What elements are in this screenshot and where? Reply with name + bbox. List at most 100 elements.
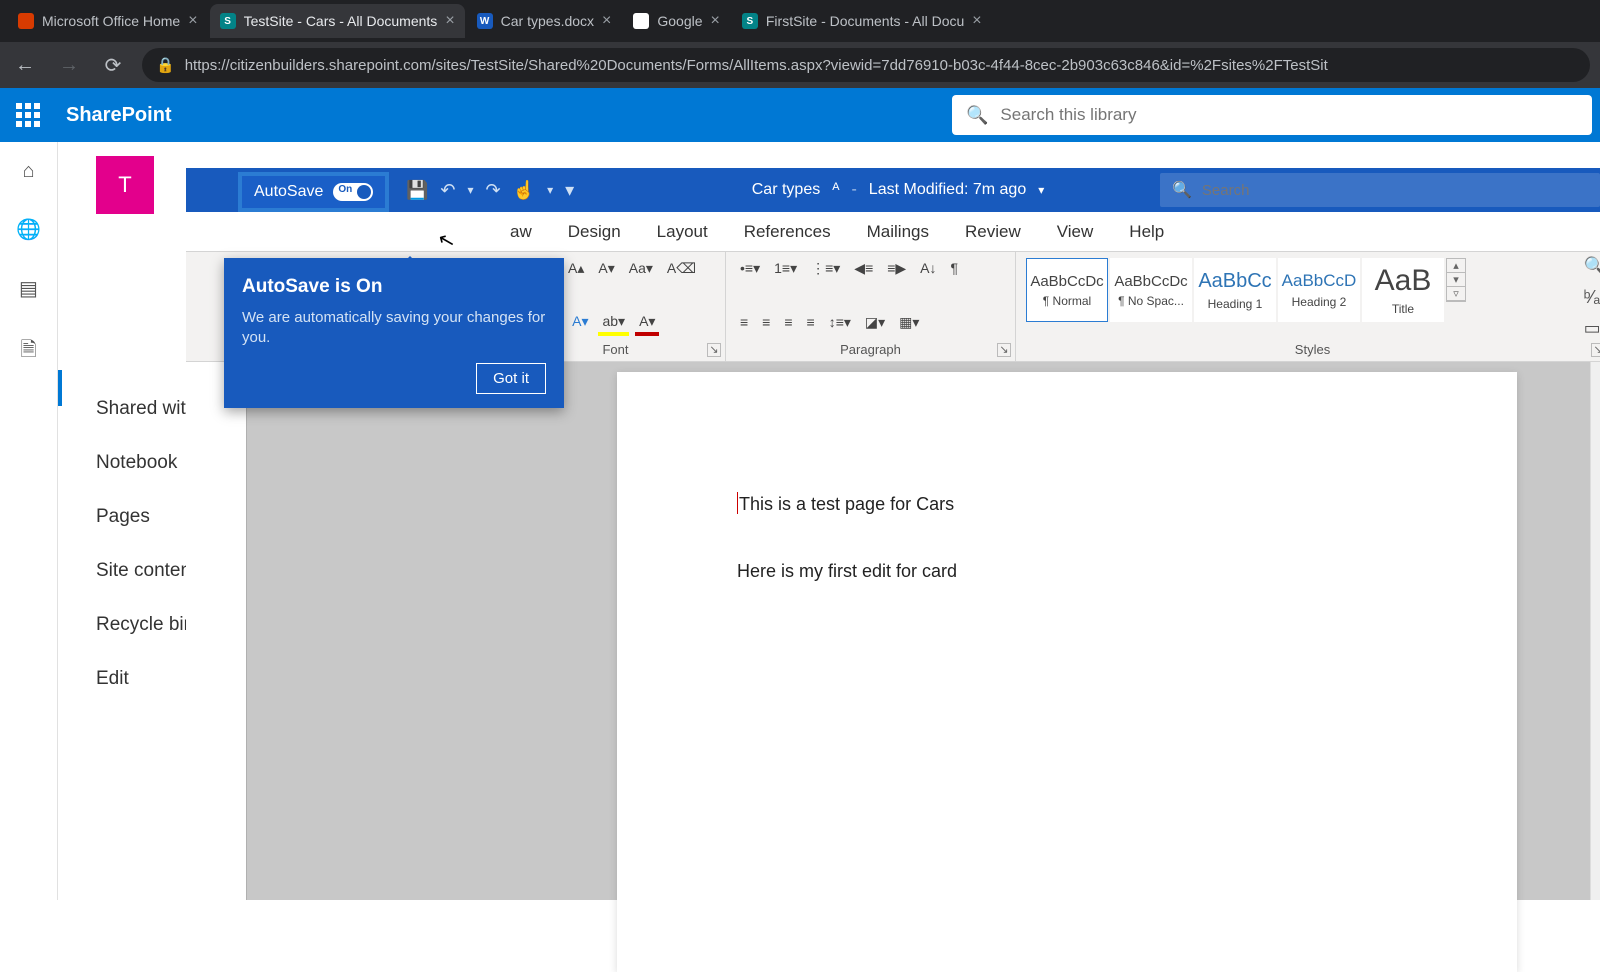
browser-tab[interactable]: W Car types.docx × (467, 4, 622, 38)
home-icon[interactable]: ⌂ (22, 160, 34, 183)
line-spacing-icon[interactable]: ↕≡▾ (825, 312, 855, 333)
decrease-indent-icon[interactable]: ◀≡ (850, 258, 877, 279)
style-item[interactable]: AaBbCcHeading 1 (1194, 258, 1276, 322)
browser-tab[interactable]: S FirstSite - Documents - All Docu × (732, 4, 992, 38)
dialog-launcher-icon[interactable]: ↘ (997, 343, 1011, 357)
tab-favicon: W (477, 13, 493, 29)
close-icon[interactable]: × (445, 12, 454, 30)
sharepoint-nav-item[interactable]: Site content (96, 560, 196, 582)
highlight-icon[interactable]: ab▾ (598, 311, 629, 336)
clear-format-icon[interactable]: A⌫ (663, 258, 700, 279)
increase-font-icon[interactable]: A▴ (564, 258, 588, 279)
close-icon[interactable]: × (711, 12, 720, 30)
browser-tab[interactable]: Microsoft Office Home × (8, 4, 208, 38)
document-page[interactable]: This is a test page for Cars Here is my … (617, 372, 1517, 972)
multilevel-icon[interactable]: ⋮≡▾ (807, 258, 844, 279)
toggle-switch-icon[interactable]: On (333, 183, 373, 201)
expand-icon[interactable]: ▿ (1447, 287, 1465, 301)
separator: - (851, 181, 856, 199)
app-launcher-icon[interactable] (8, 95, 48, 135)
align-left-icon[interactable]: ≡ (736, 312, 752, 332)
dialog-launcher-icon[interactable]: ↘ (707, 343, 721, 357)
style-item[interactable]: AaBbCcDHeading 2 (1278, 258, 1360, 322)
ribbon-tab[interactable]: Help (1125, 216, 1168, 248)
sharepoint-nav-item[interactable]: Notebook (96, 452, 196, 474)
show-marks-icon[interactable]: ¶ (947, 258, 963, 278)
globe-icon[interactable]: 🌐 (16, 217, 41, 242)
align-right-icon[interactable]: ≡ (780, 312, 796, 332)
ribbon-tab[interactable]: Review (961, 216, 1025, 248)
last-modified: Last Modified: 7m ago (869, 181, 1026, 199)
browser-tab[interactable]: G Google × (623, 4, 730, 38)
word-search-input[interactable] (1202, 182, 1588, 199)
font-color-icon[interactable]: A▾ (635, 311, 659, 336)
sharepoint-nav-item[interactable]: Recycle bin (96, 614, 196, 636)
bullets-icon[interactable]: •≡▾ (736, 258, 764, 279)
justify-icon[interactable]: ≡ (803, 312, 819, 332)
text-effects-icon[interactable]: A▾ (568, 311, 592, 332)
save-icon[interactable]: 💾 (406, 180, 428, 201)
close-icon[interactable]: × (972, 12, 981, 30)
autosave-toggle[interactable]: AutoSave On (238, 172, 389, 212)
address-bar[interactable]: 🔒 https://citizenbuilders.sharepoint.com… (142, 48, 1590, 82)
find-icon[interactable]: 🔍 (1584, 256, 1600, 277)
chevron-down-icon[interactable]: ▾ (1447, 273, 1465, 287)
browser-tab[interactable]: S TestSite - Cars - All Documents × (210, 4, 465, 38)
style-item[interactable]: AaBTitle (1362, 258, 1444, 322)
body-line-1[interactable]: This is a test page for Cars (737, 492, 1397, 515)
redo-icon[interactable]: ↷ (486, 180, 501, 201)
sharepoint-nav-item[interactable]: Edit (96, 668, 196, 690)
styles-scroll[interactable]: ▴▾▿ (1446, 258, 1466, 302)
ribbon-tab[interactable]: View (1053, 216, 1098, 248)
body-line-2[interactable]: Here is my first edit for card (737, 561, 1397, 582)
increase-indent-icon[interactable]: ≡▶ (883, 258, 910, 279)
document-canvas[interactable]: This is a test page for Cars Here is my … (246, 362, 1600, 900)
close-icon[interactable]: × (188, 12, 197, 30)
selected-indicator (58, 370, 62, 406)
style-item[interactable]: AaBbCcDc¶ No Spac... (1110, 258, 1192, 322)
replace-icon[interactable]: ᵇ⁄ₐ (1584, 287, 1600, 308)
sharepoint-search[interactable]: 🔍 (952, 95, 1592, 135)
shading-icon[interactable]: ◪▾ (861, 312, 889, 333)
callout-body: We are automatically saving your changes… (242, 308, 546, 349)
sharepoint-search-input[interactable] (1000, 105, 1578, 125)
qat-more-icon[interactable]: ▾ (547, 183, 553, 197)
touch-mode-icon[interactable]: ☝ (513, 180, 535, 201)
align-center-icon[interactable]: ≡ (758, 312, 774, 332)
nav-forward-button[interactable]: → (54, 54, 84, 77)
chevron-up-icon[interactable]: ▴ (1447, 259, 1465, 273)
change-case-icon[interactable]: Aa▾ (625, 258, 657, 279)
select-icon[interactable]: ▭ (1584, 318, 1600, 339)
ribbon-tab[interactable]: References (740, 216, 835, 248)
word-window: AutoSave On 💾 ↶ ▾ ↷ ☝ ▾ ▾ Car types ᴬ - … (186, 168, 1600, 900)
search-icon: 🔍 (1172, 180, 1192, 200)
qat-customize-icon[interactable]: ▾ (565, 180, 574, 201)
site-avatar[interactable]: T (96, 156, 154, 214)
ribbon-tab[interactable]: Design (564, 216, 625, 248)
files-icon[interactable]: 🗎 (20, 335, 36, 369)
close-icon[interactable]: × (602, 12, 611, 30)
undo-icon[interactable]: ↶ (440, 180, 455, 201)
decrease-font-icon[interactable]: A▾ (594, 258, 618, 279)
nav-reload-button[interactable]: ⟳ (98, 53, 128, 78)
dialog-launcher-icon[interactable]: ↘ (1591, 343, 1600, 357)
sharepoint-nav-item[interactable]: Shared with (96, 398, 196, 420)
chevron-down-icon[interactable]: ▾ (1038, 183, 1044, 197)
borders-icon[interactable]: ▦▾ (895, 312, 923, 333)
sharepoint-brand[interactable]: SharePoint (66, 104, 172, 127)
word-search-box[interactable]: 🔍 (1160, 173, 1600, 207)
word-title-bar: AutoSave On 💾 ↶ ▾ ↷ ☝ ▾ ▾ Car types ᴬ - … (186, 168, 1600, 212)
undo-menu-icon[interactable]: ▾ (468, 183, 474, 197)
sharepoint-nav-item[interactable]: Pages (96, 506, 196, 528)
news-icon[interactable]: ▤ (19, 276, 38, 301)
style-item[interactable]: AaBbCcDc¶ Normal (1026, 258, 1108, 322)
ribbon-tab[interactable]: aw (506, 216, 536, 248)
numbering-icon[interactable]: 1≡▾ (770, 258, 801, 279)
got-it-button[interactable]: Got it (476, 363, 546, 394)
sort-icon[interactable]: A↓ (916, 258, 940, 278)
document-title[interactable]: Car types ᴬ - Last Modified: 7m ago ▾ (752, 181, 1045, 199)
vertical-scrollbar[interactable] (1590, 362, 1600, 900)
nav-back-button[interactable]: ← (10, 54, 40, 77)
ribbon-tab[interactable]: Layout (653, 216, 712, 248)
ribbon-tab[interactable]: Mailings (863, 216, 933, 248)
